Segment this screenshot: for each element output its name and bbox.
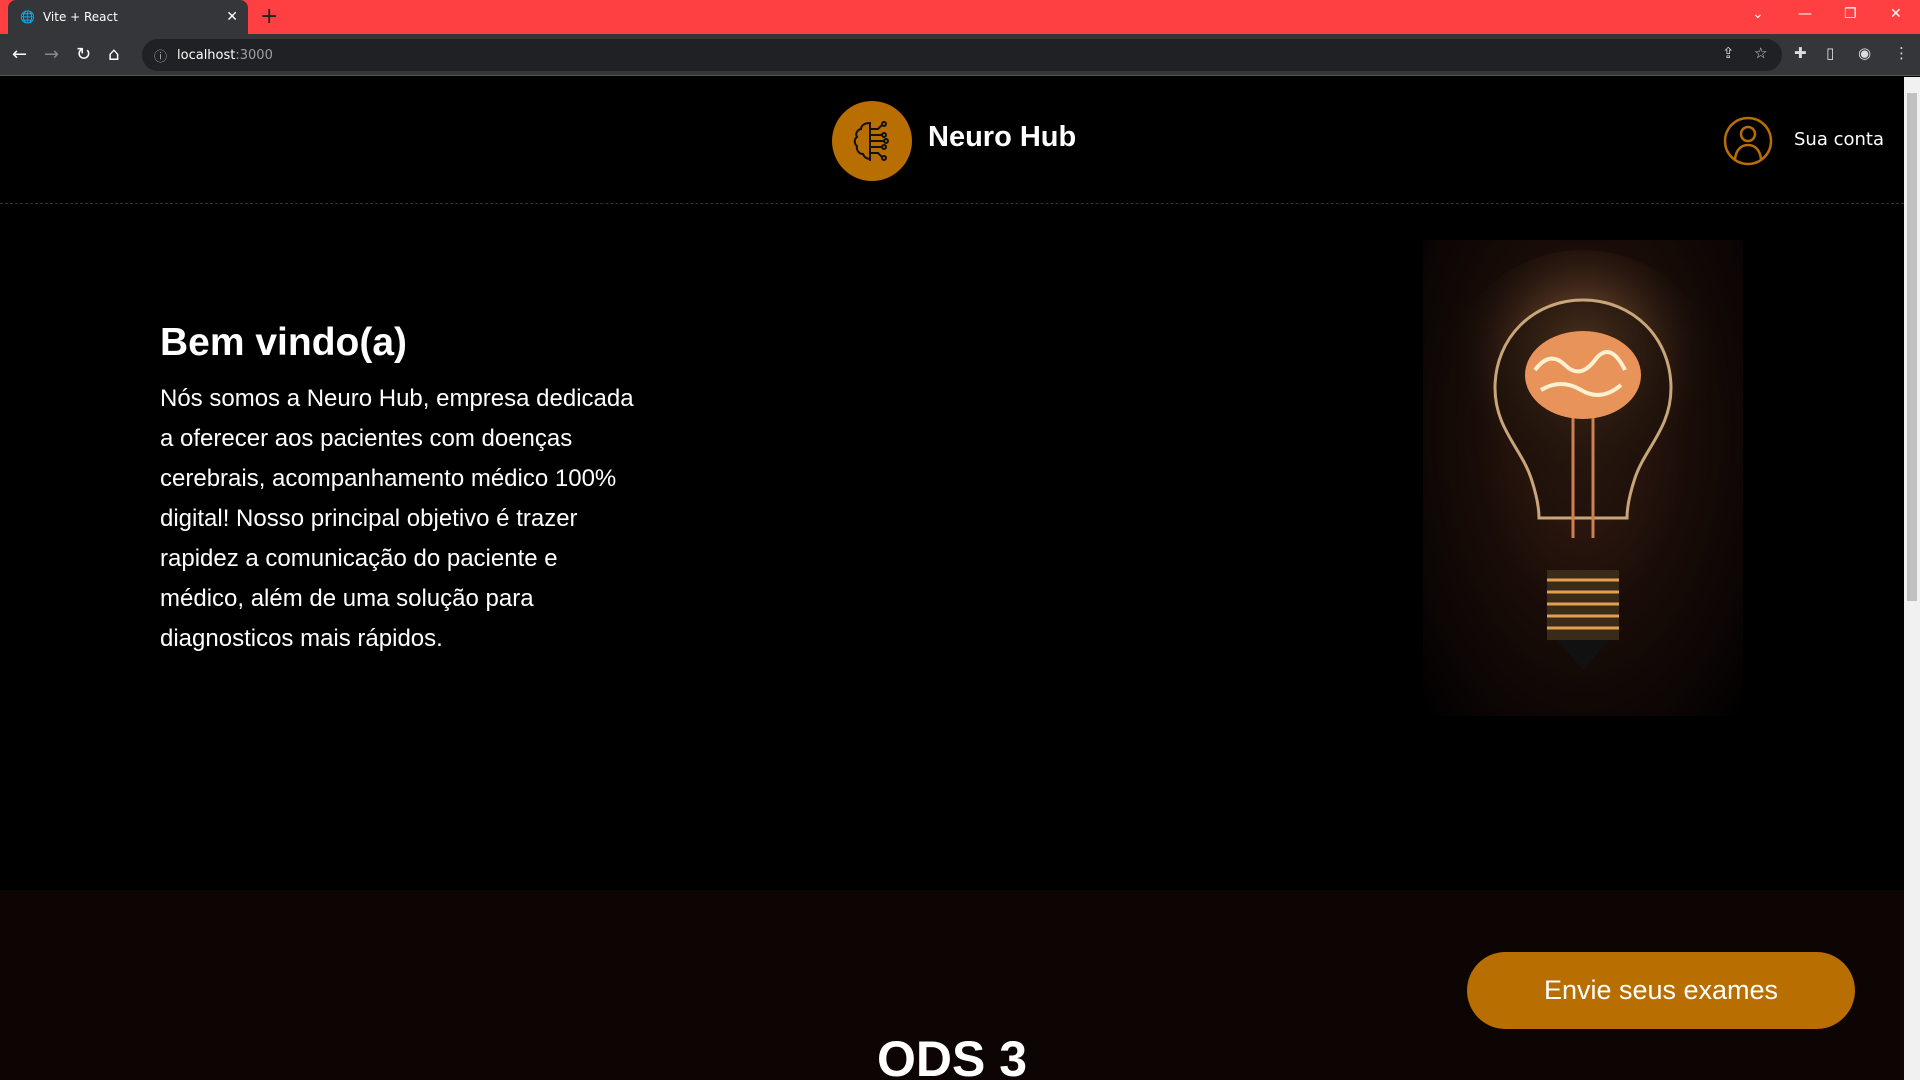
home-icon[interactable]: ⌂ — [108, 44, 119, 65]
page-scrollbar[interactable] — [1904, 77, 1920, 1080]
new-tab-icon[interactable]: + — [260, 4, 278, 29]
restore-icon[interactable]: ❐ — [1844, 6, 1857, 22]
side-panel-icon[interactable]: ▯ — [1826, 44, 1834, 62]
menu-icon[interactable]: ⋮ — [1894, 44, 1909, 62]
lightbulb-brain-image — [1423, 240, 1743, 716]
profile-avatar[interactable]: ◉ — [1858, 44, 1871, 62]
user-account-icon[interactable] — [1722, 115, 1774, 171]
welcome-heading: Bem vindo(a) — [160, 321, 408, 364]
page: Neuro Hub Sua conta Bem vindo(a) Nós som… — [0, 77, 1904, 1080]
share-icon[interactable]: ⇪ — [1722, 44, 1735, 62]
forward-icon[interactable]: → — [44, 44, 59, 65]
brand-name[interactable]: Neuro Hub — [928, 121, 1076, 154]
ods-heading: ODS 3 — [876, 1031, 1028, 1080]
tab-search-icon[interactable]: ⌄ — [1752, 6, 1764, 22]
url-port: :3000 — [235, 47, 273, 63]
extensions-icon[interactable]: ✚ — [1794, 44, 1807, 62]
reload-icon[interactable]: ↻ — [76, 44, 91, 65]
account-link[interactable]: Sua conta — [1794, 129, 1884, 150]
site-header: Neuro Hub Sua conta — [0, 77, 1904, 204]
browser-tab[interactable]: 🌐 Vite + React ✕ — [8, 0, 248, 34]
welcome-text: Nós somos a Neuro Hub, empresa dedicada … — [160, 385, 634, 652]
close-tab-icon[interactable]: ✕ — [226, 9, 238, 25]
bookmark-star-icon[interactable]: ☆ — [1754, 44, 1767, 62]
browser-toolbar: ← → ↻ ⌂ ⓘ localhost:3000 ⇪ ☆ ✚ ▯ ◉ ⋮ — [0, 34, 1920, 76]
tab-title: Vite + React — [42, 10, 118, 24]
url-host: localhost — [177, 47, 236, 63]
brain-logo-icon[interactable] — [832, 101, 912, 181]
close-window-icon[interactable]: ✕ — [1890, 6, 1902, 22]
globe-icon: 🌐 — [20, 10, 35, 24]
back-icon[interactable]: ← — [12, 44, 27, 65]
info-icon: ⓘ — [154, 49, 168, 65]
scrollbar-thumb[interactable] — [1907, 93, 1917, 601]
browser-tab-bar: 🌐 Vite + React ✕ + ⌄ — ❐ ✕ — [0, 0, 1920, 34]
exams-section: Envie seus exames ODS 3 — [0, 890, 1904, 1080]
address-bar[interactable]: ⓘ localhost:3000 — [142, 39, 1782, 71]
minimize-icon[interactable]: — — [1798, 6, 1812, 22]
send-exams-button[interactable]: Envie seus exames — [1467, 952, 1855, 1029]
